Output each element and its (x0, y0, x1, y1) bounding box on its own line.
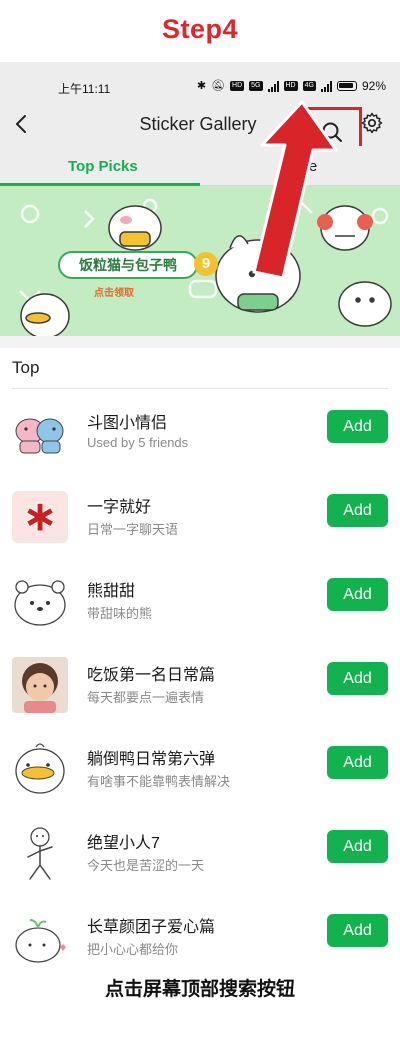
list-item[interactable]: 长草颜团子爱心篇 把小心心都给你 Add (0, 897, 400, 967)
banner-subtitle: 点击领取 (94, 288, 134, 299)
signal-icon-2 (320, 80, 332, 92)
add-button[interactable]: Add (327, 578, 388, 611)
banner-badge: 9 (194, 252, 218, 276)
red-character-icon: ✱ (12, 491, 68, 543)
list-item[interactable]: ✱ 一字就好 日常一字聊天语 Add (0, 477, 400, 561)
step-title: Step4 (161, 14, 239, 44)
sticker-title: 熊甜甜 (87, 583, 136, 600)
sticker-subtitle: 今天也是苦涩的一天 (87, 858, 205, 873)
list-item[interactable]: 熊甜甜 带甜味的熊 Add (0, 561, 400, 645)
stick-figure-icon (27, 827, 53, 880)
app-bar: Sticker Gallery (0, 106, 400, 157)
sticker-title: 吃饭第一名日常篇 (87, 667, 216, 684)
sticker-title: 长草颜团子爱心篇 (87, 919, 216, 936)
tab-bar: Top Picks More (0, 146, 400, 186)
status-icons: ✱ 🔕︎ HD 5G HD 4G 92% (197, 79, 386, 93)
svg-text:✱: ✱ (24, 496, 56, 540)
search-icon (322, 122, 342, 142)
sticker-title: 躺倒鸭日常第六弹 (87, 751, 216, 768)
section-divider (12, 388, 388, 389)
sticker-title: 一字就好 (87, 499, 152, 516)
tab-top-picks[interactable]: Top Picks (68, 158, 138, 175)
add-button[interactable]: Add (327, 746, 388, 779)
hd-icon: HD (230, 81, 245, 91)
sticker-subtitle: 每天都要点一遍表情 (87, 690, 205, 705)
list-item[interactable]: 绝望小人7 今天也是苦涩的一天 Add (0, 813, 400, 897)
phone-screen: 上午11:11 ✱ 🔕︎ HD 5G HD 4G 92% Sticker Gal… (0, 62, 400, 967)
bluetooth-icon: ✱ (196, 80, 207, 92)
sprout-bun-icon (15, 919, 66, 963)
child-photo-icon (12, 657, 68, 713)
battery-percent: 92% (361, 79, 386, 93)
list-item[interactable]: 躺倒鸭日常第六弹 有啥事不能靠鸭表情解决 Add (0, 729, 400, 813)
couple-sticker-icon (15, 418, 64, 454)
sticker-subtitle: 日常一字聊天语 (87, 522, 179, 537)
instruction-caption: 点击屏幕顶部搜索按钮 (104, 979, 295, 1000)
add-button[interactable]: Add (327, 914, 388, 947)
section-title: Top (12, 358, 40, 377)
sticker-subtitle: 把小心心都给你 (87, 942, 179, 957)
add-button[interactable]: Add (327, 662, 388, 695)
list-item[interactable]: 斗图小情侣 Used by 5 friends Add (0, 393, 400, 477)
sticker-title: 绝望小人7 (87, 835, 160, 852)
section-gap (0, 336, 400, 348)
white-bear-icon (14, 580, 66, 626)
network-5g-tag: 5G (249, 81, 263, 91)
status-time: 上午11:11 (58, 82, 111, 96)
hd-icon-2: HD (283, 81, 298, 91)
network-4g-tag: 4G (302, 81, 316, 91)
promo-banner[interactable]: 饭粒猫与包子鸭 9 点击领取 (0, 186, 400, 336)
sticker-subtitle: 有啥事不能靠鸭表情解决 (87, 774, 231, 789)
add-button[interactable]: Add (327, 410, 388, 443)
add-button[interactable]: Add (327, 830, 388, 863)
battery-icon (336, 81, 357, 91)
list-item[interactable]: 吃饭第一名日常篇 每天都要点一遍表情 Add (0, 645, 400, 729)
mute-icon: 🔕︎ (211, 80, 226, 92)
banner-label: 饭粒猫与包子鸭 (58, 251, 198, 279)
status-bar: 上午11:11 ✱ 🔕︎ HD 5G HD 4G 92% (0, 62, 400, 106)
signal-icon (267, 80, 279, 92)
tab-more[interactable]: More (283, 158, 317, 175)
add-button[interactable]: Add (327, 494, 388, 527)
sticker-title: 斗图小情侣 (87, 415, 168, 432)
sticker-subtitle: 带甜味的熊 (87, 606, 153, 621)
sticker-subtitle: Used by 5 friends (87, 435, 189, 450)
duck-sticker-icon (15, 743, 65, 794)
gear-icon[interactable] (360, 111, 384, 135)
